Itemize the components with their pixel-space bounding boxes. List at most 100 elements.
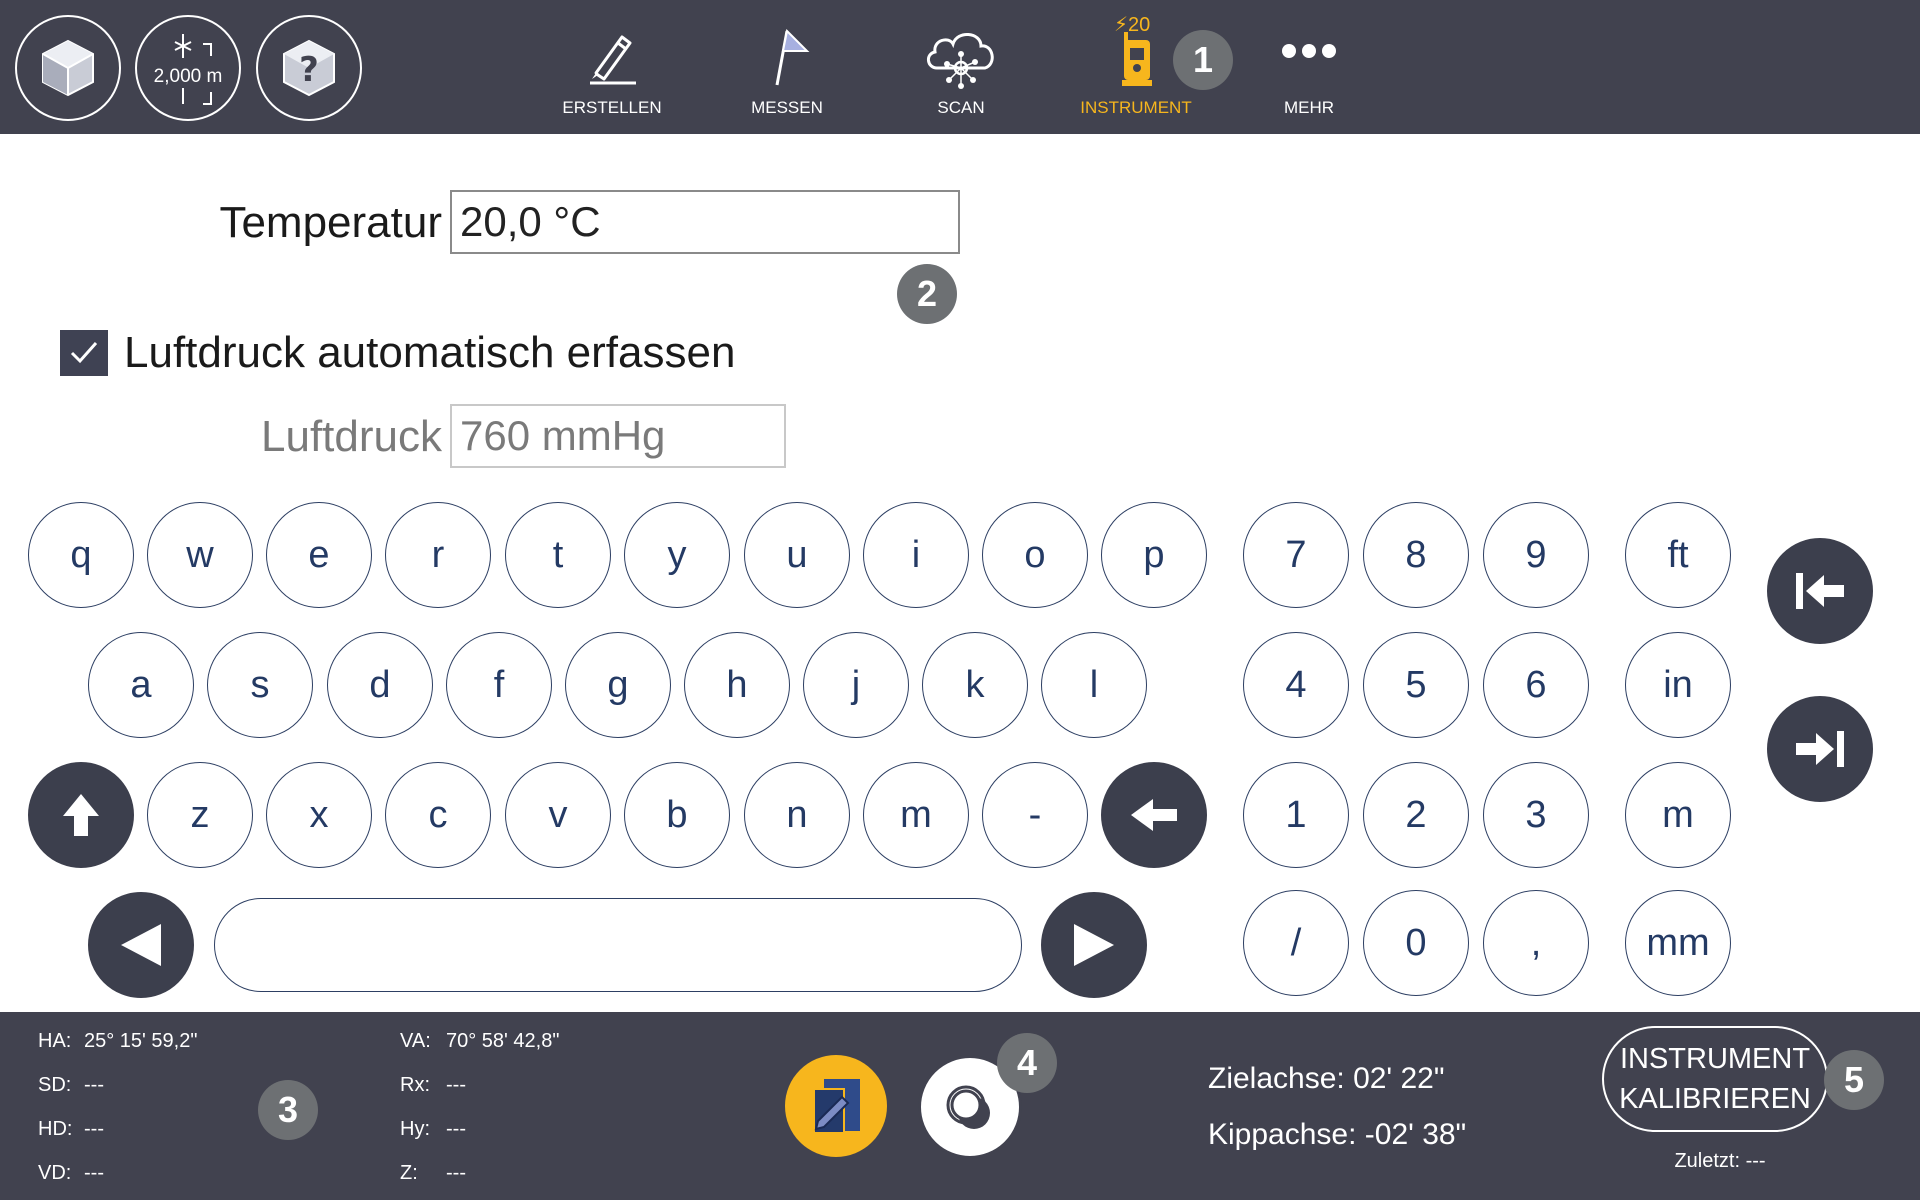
space-bar[interactable] [214,898,1022,992]
status-z: Z: --- [400,1162,466,1184]
checkmark-icon [70,342,98,364]
flag-icon [775,28,810,86]
key-comma[interactable]: , [1483,890,1589,996]
key-f[interactable]: f [446,632,552,738]
key-0[interactable]: 0 [1363,890,1469,996]
key-o[interactable]: o [982,502,1088,608]
key-hyphen[interactable]: - [982,762,1088,868]
key-6[interactable]: 6 [1483,632,1589,738]
pencil-icon [590,35,636,85]
key-slash[interactable]: / [1243,890,1349,996]
callout-2: 2 [897,264,957,324]
callout-1: 1 [1173,30,1233,90]
nav-messen[interactable]: MESSEN [712,24,862,124]
key-b[interactable]: b [624,762,730,868]
next-field-key[interactable] [1767,696,1873,802]
map-scale-button[interactable]: 2,000 m [135,15,241,121]
key-c[interactable]: c [385,762,491,868]
unit-key-ft[interactable]: ft [1625,502,1731,608]
key-l[interactable]: l [1041,632,1147,738]
view-cube-button[interactable] [15,15,121,121]
key-8[interactable]: 8 [1363,502,1469,608]
svg-text:?: ? [299,50,319,90]
notebook-pencil-icon [813,1079,860,1134]
nav-erstellen-label: ERSTELLEN [562,98,662,117]
key-x[interactable]: x [266,762,372,868]
kippachse-value: Kippachse: -02' 38" [1208,1118,1467,1151]
key-w[interactable]: w [147,502,253,608]
key-5[interactable]: 5 [1363,632,1469,738]
key-y[interactable]: y [624,502,730,608]
key-p[interactable]: p [1101,502,1207,608]
key-z[interactable]: z [147,762,253,868]
cursor-right-key[interactable] [1041,892,1147,998]
face-circles-icon [946,1085,990,1129]
pressure-label: Luftdruck [261,412,442,461]
help-cube-icon: ? [283,39,335,97]
previous-field-key[interactable] [1767,538,1873,644]
backspace-key[interactable] [1101,762,1207,868]
more-dots-icon [1282,44,1336,58]
cloud-scan-icon [927,33,994,89]
key-k[interactable]: k [922,632,1028,738]
key-d[interactable]: d [327,632,433,738]
key-a[interactable]: a [88,632,194,738]
total-station-icon [1122,32,1152,86]
unit-key-in[interactable]: in [1625,632,1731,738]
status-vd: VD: --- [38,1162,104,1184]
auto-pressure-label: Luftdruck automatisch erfassen [124,328,736,377]
key-h[interactable]: h [684,632,790,738]
nav-mehr-label: MEHR [1283,98,1335,117]
key-i[interactable]: i [863,502,969,608]
key-q[interactable]: q [28,502,134,608]
help-button[interactable]: ? [256,15,362,121]
callout-3: 3 [258,1080,318,1140]
status-hd: HD: --- [38,1118,104,1140]
status-sd: SD: --- [38,1074,104,1096]
calibrate-line2: KALIBRIEREN [1619,1083,1811,1115]
unit-key-mm[interactable]: mm [1625,890,1731,996]
arrow-to-end-icon [1796,731,1844,767]
calibrate-line1: INSTRUMENT [1619,1043,1811,1075]
key-7[interactable]: 7 [1243,502,1349,608]
status-ha: HA: 25° 15' 59,2" [38,1030,198,1052]
key-v[interactable]: v [505,762,611,868]
key-1[interactable]: 1 [1243,762,1349,868]
key-t[interactable]: t [505,502,611,608]
auto-pressure-checkbox[interactable] [60,330,108,376]
key-e[interactable]: e [266,502,372,608]
triangle-left-icon [121,924,161,966]
shift-key[interactable] [28,762,134,868]
key-j[interactable]: j [803,632,909,738]
nav-erstellen[interactable]: ERSTELLEN [537,24,687,124]
status-rx: Rx: --- [400,1074,466,1096]
unit-key-m[interactable]: m [1625,762,1731,868]
key-n[interactable]: n [744,762,850,868]
arrow-to-start-icon [1796,573,1844,609]
shift-arrow-icon [63,794,99,836]
key-s[interactable]: s [207,632,313,738]
key-g[interactable]: g [565,632,671,738]
zielachse-value: Zielachse: 02' 22" [1208,1062,1445,1095]
calibrate-instrument-button[interactable]: INSTRUMENT KALIBRIEREN [1602,1026,1828,1132]
key-4[interactable]: 4 [1243,632,1349,738]
cursor-left-key[interactable] [88,892,194,998]
temperature-label: Temperatur [219,198,442,247]
nav-scan[interactable]: SCAN [886,24,1036,124]
key-3[interactable]: 3 [1483,762,1589,868]
nav-mehr[interactable]: MEHR [1234,24,1384,124]
map-scale-label: 2,000 m [153,66,223,87]
key-m[interactable]: m [863,762,969,868]
app-root: 2,000 m ? ERSTELLEN MESSEN SCAN ⚡20 INST… [0,0,1920,1200]
key-9[interactable]: 9 [1483,502,1589,608]
backspace-arrow-icon [1131,799,1177,831]
view-cube-icon [42,39,94,97]
temperature-input[interactable]: 20,0 °C [450,190,960,254]
nav-instrument-label: INSTRUMENT [1080,98,1192,117]
key-r[interactable]: r [385,502,491,608]
key-u[interactable]: u [744,502,850,608]
callout-4: 4 [997,1033,1057,1093]
key-2[interactable]: 2 [1363,762,1469,868]
record-button[interactable] [785,1055,887,1157]
nav-scan-label: SCAN [937,98,985,117]
